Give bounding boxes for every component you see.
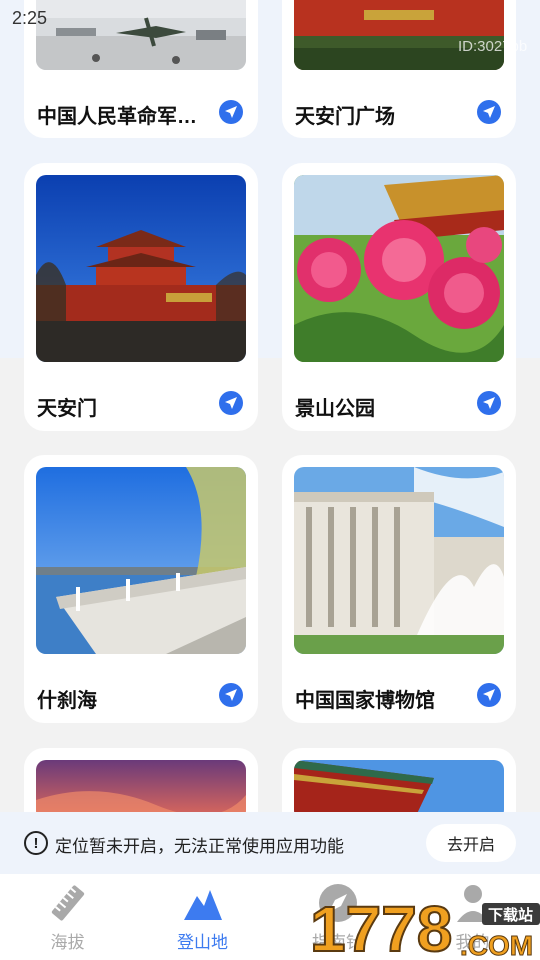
navigate-arrow-icon [483, 397, 495, 409]
destination-card[interactable]: 中国国家博物馆 [282, 455, 516, 723]
tiananmen-square-photo [294, 0, 504, 70]
jingshan-park-peony-photo [294, 175, 504, 362]
notice-text: 定位暂未开启，无法正常使用应用功能 [55, 837, 344, 856]
navigate-button[interactable] [219, 100, 243, 124]
card-title: 中国人民革命军… [37, 106, 197, 128]
military-museum-photo [36, 0, 246, 70]
destination-card[interactable]: 天安门广场 [282, 0, 516, 138]
card-title: 景山公园 [295, 398, 375, 420]
destination-card[interactable]: 中国人民革命军… [24, 0, 258, 138]
tab-climbing-spots[interactable]: 登山地 [135, 874, 270, 960]
tab-compass[interactable]: 指南针 [270, 874, 405, 960]
navigate-arrow-icon [483, 689, 495, 701]
compass-icon [317, 882, 359, 924]
destination-card[interactable]: 什刹海 [24, 455, 258, 723]
shichahai-lake-photo [36, 467, 246, 654]
card-title: 中国国家博物馆 [295, 690, 435, 712]
ruler-icon [47, 882, 89, 924]
national-museum-photo [294, 467, 504, 654]
tiananmen-gate-photo [36, 175, 246, 362]
tab-label: 海拔 [50, 933, 85, 952]
destination-card[interactable]: 景山公园 [282, 163, 516, 431]
navigate-button[interactable] [219, 391, 243, 415]
sunset-sky-photo [36, 760, 246, 820]
location-notice-bar: ! 定位暂未开启，无法正常使用应用功能 去开启 [0, 812, 540, 874]
navigate-button[interactable] [477, 100, 501, 124]
navigate-button[interactable] [219, 683, 243, 707]
tab-label: 指南针 [312, 933, 363, 952]
person-icon [452, 882, 494, 924]
destination-card[interactable]: 天安门 [24, 163, 258, 431]
mountain-icon [182, 882, 224, 924]
warning-icon: ! [24, 831, 48, 855]
navigate-button[interactable] [477, 391, 501, 415]
card-title: 天安门 [37, 398, 97, 420]
navigate-arrow-icon [225, 397, 237, 409]
card-title: 天安门广场 [295, 106, 395, 128]
navigate-arrow-icon [225, 689, 237, 701]
bottom-tab-bar: 海拔 登山地 指南针 我的 [0, 874, 540, 960]
tab-label: 登山地 [177, 933, 228, 952]
navigate-button[interactable] [477, 683, 501, 707]
watermark-id: ID:3027bb [458, 38, 528, 55]
navigate-arrow-icon [483, 106, 495, 118]
tab-altitude[interactable]: 海拔 [0, 874, 135, 960]
navigate-arrow-icon [225, 106, 237, 118]
tab-mine[interactable]: 我的 [405, 874, 540, 960]
tab-label: 我的 [455, 933, 490, 952]
status-time: 2:25 [12, 8, 48, 28]
enable-location-button[interactable]: 去开启 [426, 824, 516, 862]
red-gate-building-photo [294, 760, 504, 820]
card-title: 什刹海 [37, 690, 97, 712]
